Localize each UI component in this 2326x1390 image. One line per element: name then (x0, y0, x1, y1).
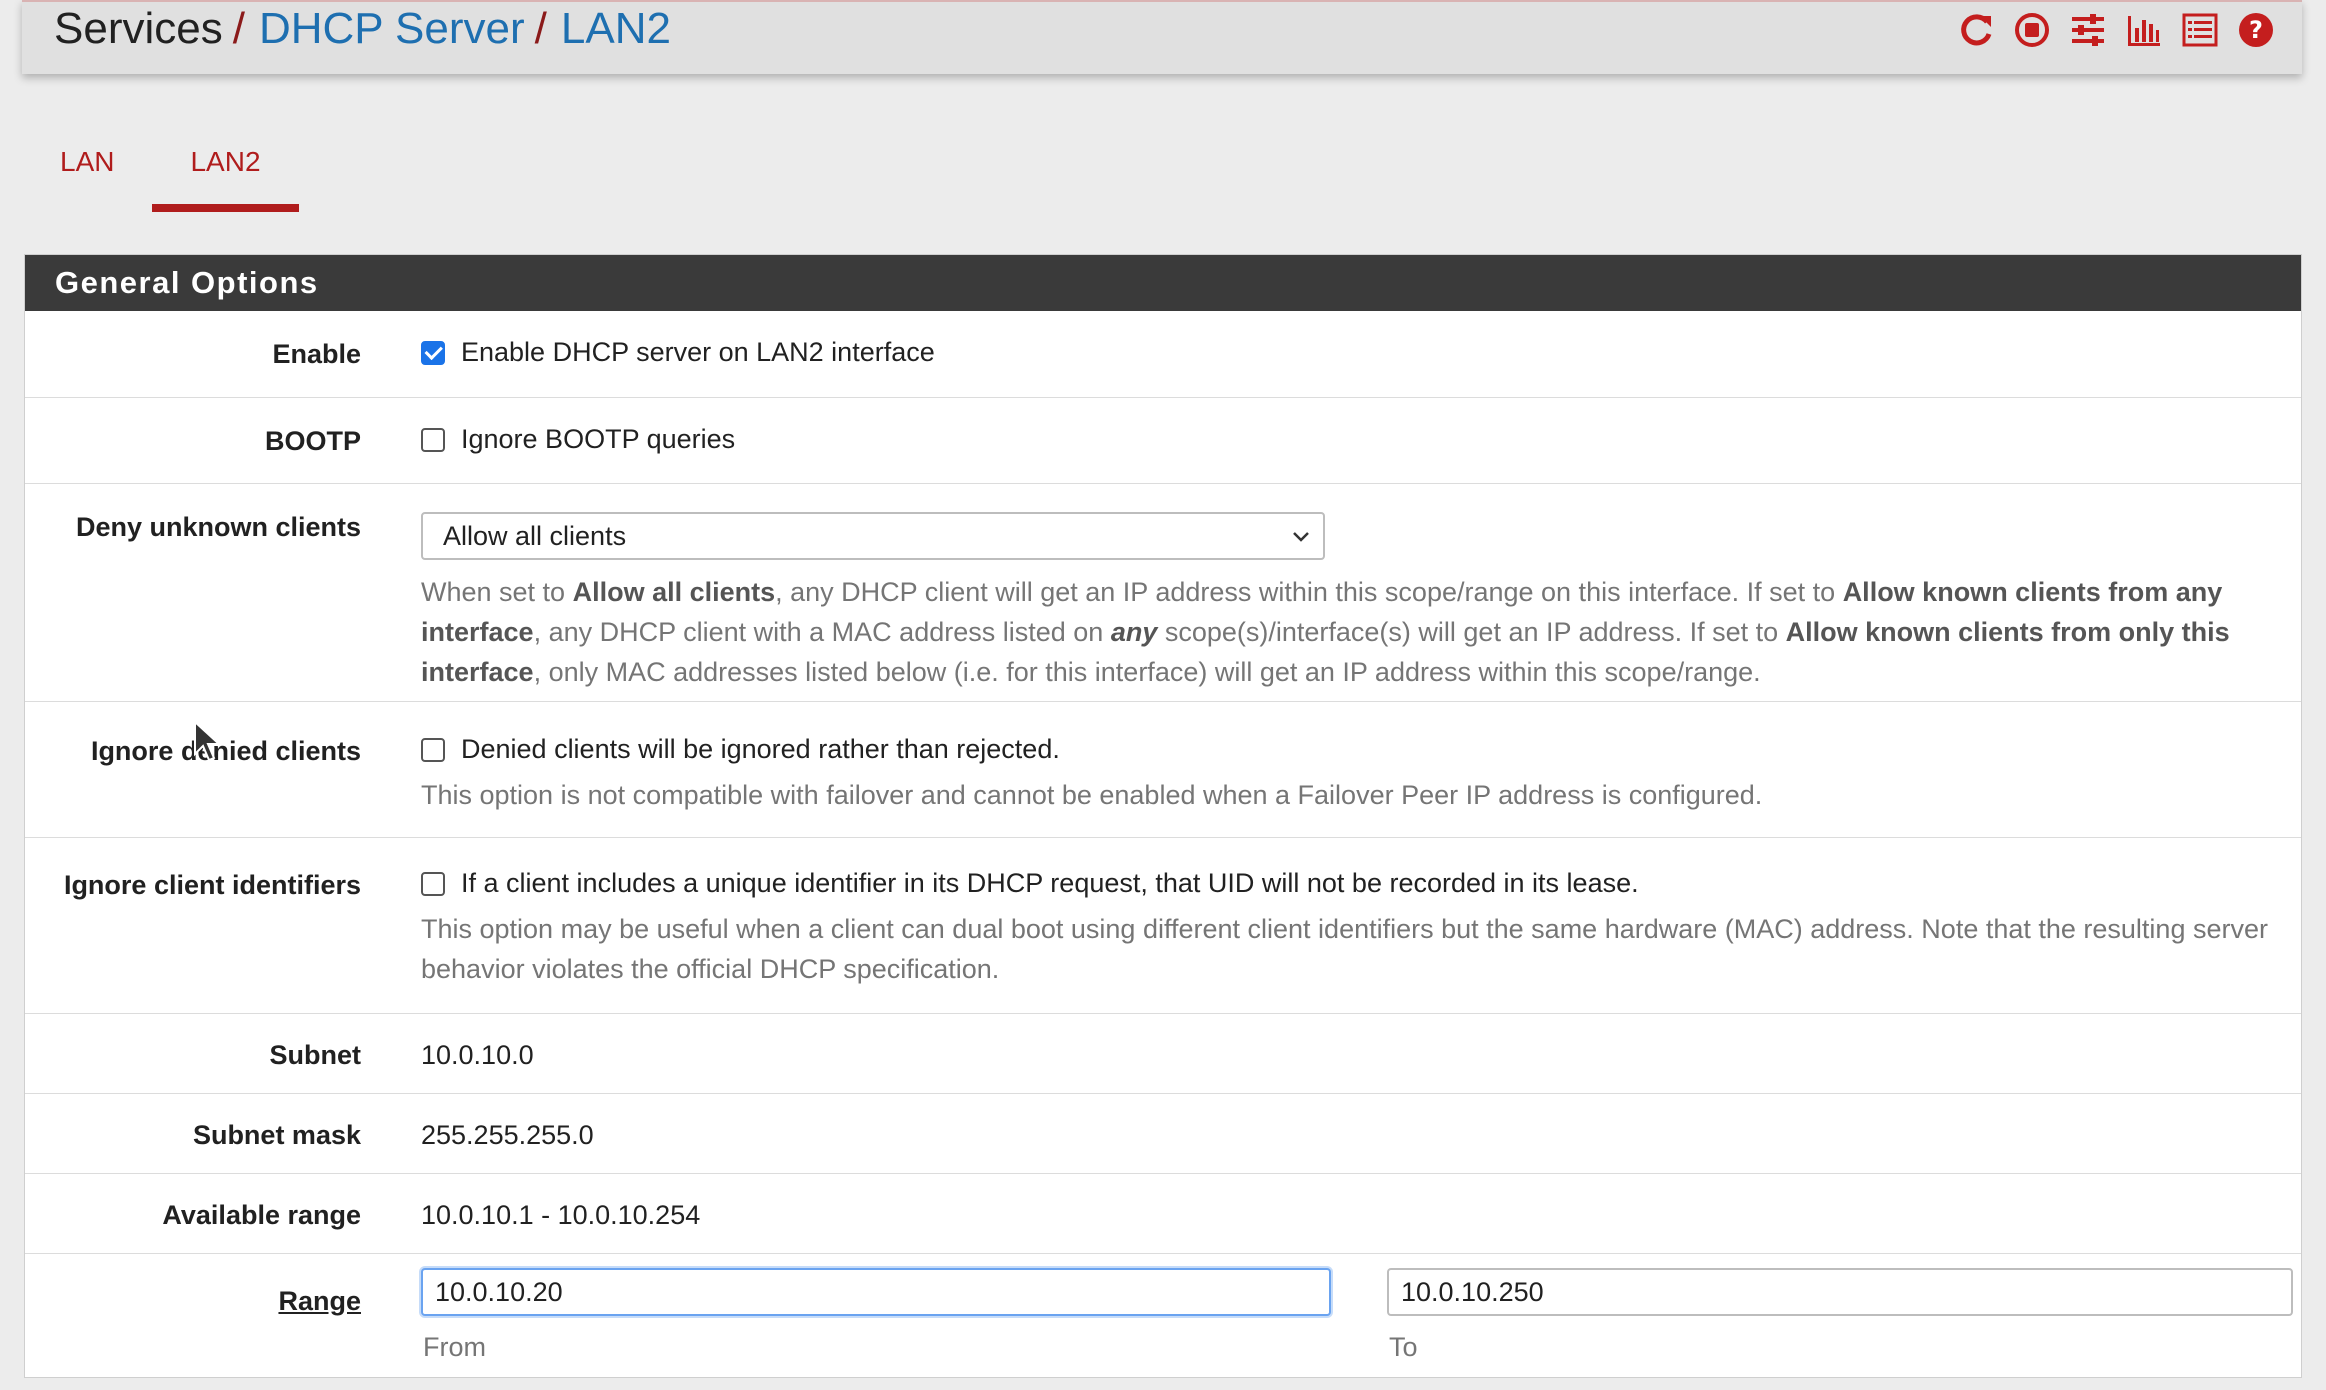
subnet-mask-label: Subnet mask (192, 1120, 361, 1150)
chevron-down-icon (1293, 532, 1309, 542)
deny-unknown-row: Deny unknown clients Allow all clients W… (25, 483, 2301, 701)
help-icon[interactable]: ? (2234, 8, 2278, 52)
tab-lan[interactable]: LAN (22, 130, 152, 212)
enable-row: Enable Enable DHCP server on LAN2 interf… (25, 311, 2301, 397)
svg-text:?: ? (2249, 16, 2263, 44)
deny-unknown-select[interactable]: Allow all clients (421, 512, 1325, 560)
bootp-row: BOOTP Ignore BOOTP queries (25, 397, 2301, 483)
ignore-denied-checkbox-text: Denied clients will be ignored rather th… (461, 734, 1060, 764)
enable-label: Enable (272, 339, 361, 369)
available-range-label: Available range (162, 1200, 361, 1230)
available-range-value: 10.0.10.1 - 10.0.10.254 (421, 1200, 701, 1230)
ignore-denied-row: Ignore denied clients Denied clients wil… (25, 701, 2301, 837)
breadcrumb-dhcp-server-link[interactable]: DHCP Server (259, 4, 525, 53)
header-toolbar: ? (1954, 8, 2278, 52)
breadcrumb-separator: / (232, 4, 245, 53)
bootp-label: BOOTP (264, 426, 361, 456)
deny-unknown-selected: Allow all clients (443, 521, 627, 551)
subnet-label: Subnet (269, 1040, 362, 1070)
interface-tabs: LAN LAN2 (22, 130, 299, 212)
ignore-client-ids-label: Ignore client identifiers (63, 870, 361, 900)
breadcrumb-separator: / (534, 4, 547, 53)
ignore-client-ids-checkbox[interactable] (421, 871, 445, 896)
dhcp-server-page: Services / DHCP Server / LAN2 ? LAN LAN2… (0, 0, 2326, 1390)
range-to-input[interactable]: 10.0.10.250 (1387, 1268, 2293, 1316)
range-row: Range 10.0.10.20 10.0.10.250 From To (25, 1253, 2301, 1379)
subnet-mask-row: Subnet mask 255.255.255.0 (25, 1093, 2301, 1173)
reload-icon[interactable] (1954, 8, 1998, 52)
ignore-client-ids-row: Ignore client identifiers If a client in… (25, 837, 2301, 1013)
bootp-checkbox-text: Ignore BOOTP queries (461, 424, 736, 454)
panel-title: General Options (25, 255, 2301, 311)
general-options-panel: General Options Enable Enable DHCP serve… (24, 254, 2302, 1378)
page-header: Services / DHCP Server / LAN2 ? (22, 0, 2302, 74)
tab-lan2[interactable]: LAN2 (152, 130, 299, 212)
mouse-cursor-icon (194, 720, 222, 762)
settings-sliders-icon[interactable] (2066, 8, 2110, 52)
range-from-label: From (423, 1332, 486, 1362)
log-list-icon[interactable] (2178, 8, 2222, 52)
range-to-label: To (1389, 1332, 1418, 1362)
enable-checkbox-text: Enable DHCP server on LAN2 interface (461, 337, 935, 367)
range-from-input[interactable]: 10.0.10.20 (421, 1268, 1331, 1316)
breadcrumb-services: Services (54, 4, 223, 53)
breadcrumb: Services / DHCP Server / LAN2 (54, 4, 671, 54)
ignore-denied-help: This option is not compatible with failo… (421, 780, 1763, 810)
enable-checkbox[interactable] (421, 340, 445, 365)
bootp-checkbox[interactable] (421, 427, 445, 452)
subnet-value: 10.0.10.0 (421, 1040, 534, 1070)
available-range-row: Available range 10.0.10.1 - 10.0.10.254 (25, 1173, 2301, 1253)
subnet-row: Subnet 10.0.10.0 (25, 1013, 2301, 1093)
ignore-client-ids-help: This option may be useful when a client … (421, 914, 2268, 984)
ignore-client-ids-checkbox-text: If a client includes a unique identifier… (461, 868, 1639, 898)
deny-unknown-label: Deny unknown clients (75, 512, 361, 542)
chart-icon[interactable] (2122, 8, 2166, 52)
breadcrumb-lan2-link[interactable]: LAN2 (561, 4, 671, 53)
stop-icon[interactable] (2010, 8, 2054, 52)
ignore-denied-checkbox[interactable] (421, 737, 445, 762)
range-label[interactable]: Range (31, 1286, 361, 1317)
deny-unknown-help: When set to Allow all clients, any DHCP … (421, 577, 2230, 687)
subnet-mask-value: 255.255.255.0 (421, 1120, 594, 1150)
